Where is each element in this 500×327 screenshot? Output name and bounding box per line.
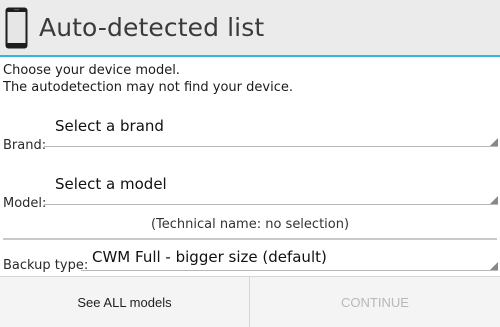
model-label: Model: [3, 196, 47, 211]
brand-selected-value: Select a brand [55, 117, 164, 135]
backup-type-label: Backup type: [3, 258, 89, 273]
intro-line-1: Choose your device model. [3, 63, 180, 78]
section-divider [3, 238, 497, 240]
dropdown-triangle-icon [490, 138, 498, 146]
model-spinner-underline [44, 204, 498, 205]
continue-button[interactable]: CONTINUE [250, 277, 500, 327]
brand-spinner-underline [44, 146, 498, 147]
model-spinner[interactable]: Select a model [44, 175, 498, 205]
dropdown-triangle-icon [490, 196, 498, 204]
brand-label: Brand: [3, 138, 47, 153]
dropdown-triangle-icon [490, 262, 498, 270]
backup-type-spinner[interactable]: CWM Full - bigger size (default) [81, 248, 498, 271]
bottom-button-bar: See ALL models CONTINUE [0, 276, 500, 327]
phone-icon [5, 7, 28, 49]
backup-spinner-underline [81, 270, 498, 271]
page-title: Auto-detected list [39, 13, 265, 42]
intro-line-2: The autodetection may not find your devi… [3, 80, 293, 95]
title-bar: Auto-detected list [0, 0, 500, 57]
intro-text: Choose your device model. The autodetect… [3, 62, 293, 96]
brand-spinner[interactable]: Select a brand [44, 117, 498, 147]
model-selected-value: Select a model [55, 175, 167, 193]
technical-name-text: (Technical name: no selection) [150, 217, 350, 232]
backup-type-selected-value: CWM Full - bigger size (default) [92, 248, 327, 266]
see-all-models-button[interactable]: See ALL models [0, 277, 250, 327]
